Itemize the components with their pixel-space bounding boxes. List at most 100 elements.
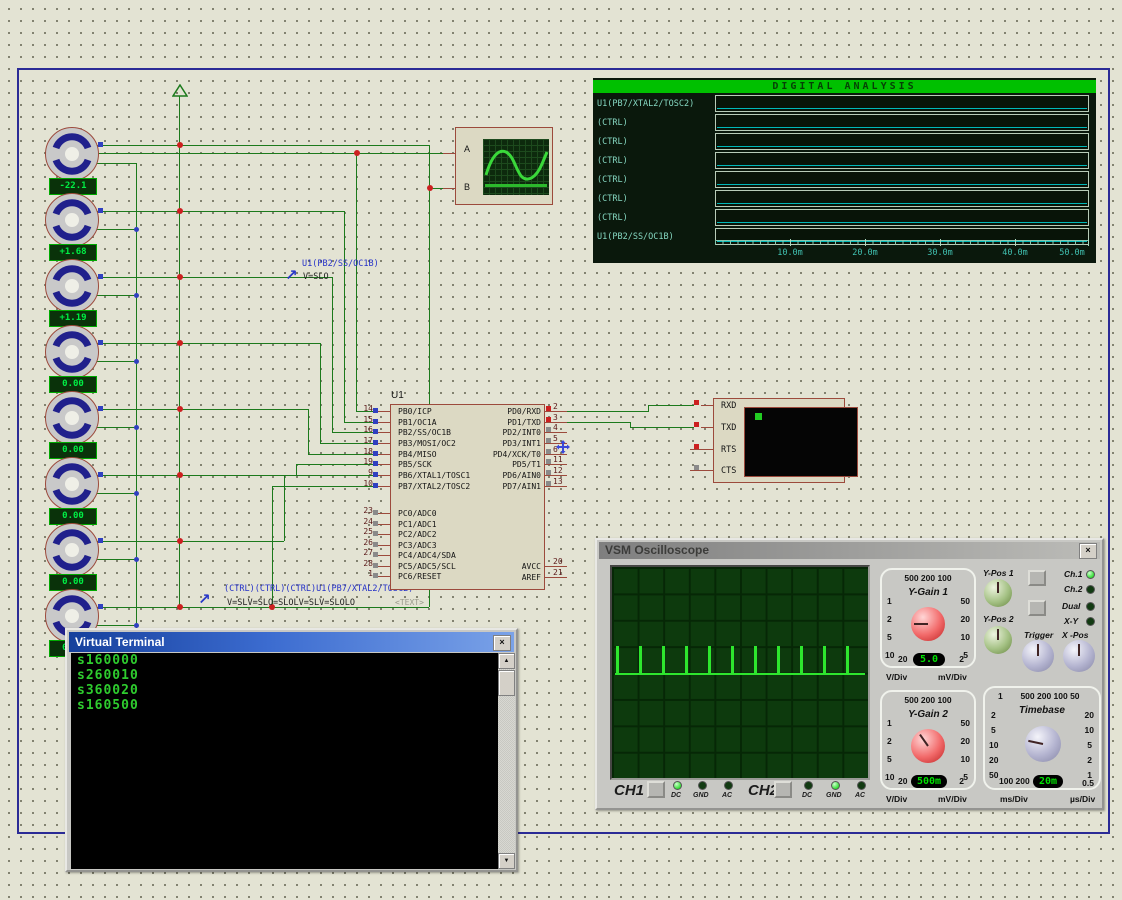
virtual-terminal-title: Virtual Terminal xyxy=(75,635,165,649)
oscilloscope-titlebar[interactable]: VSM Oscilloscope xyxy=(599,542,1100,559)
analysis-trace-row xyxy=(715,95,1089,112)
digital-analysis-window[interactable]: DIGITAL ANALYSIS U1(PB7/XTAL2/TOSC2) (CT… xyxy=(593,78,1096,263)
scroll-up-icon[interactable]: ▲ xyxy=(498,653,515,669)
axis-tick: 40.0m xyxy=(993,248,1037,258)
rotary-encoder-3[interactable] xyxy=(45,259,99,313)
rotary-encoder-2[interactable] xyxy=(45,193,99,247)
close-icon[interactable]: × xyxy=(1079,543,1097,559)
ch-select-button-2[interactable] xyxy=(1028,600,1046,616)
encoder-shaft xyxy=(65,345,79,359)
graph-input-a-label: A xyxy=(464,144,470,154)
rotary-encoder-1[interactable] xyxy=(45,127,99,181)
analysis-trace-row xyxy=(715,152,1089,169)
analysis-channel-label: (CTRL) xyxy=(597,194,628,204)
ypos1-label: Y-Pos 1 xyxy=(983,568,1014,578)
ch1-coupling-button[interactable] xyxy=(647,781,665,798)
terminal-line: s360020 xyxy=(71,683,498,698)
graph-pin-b-stub xyxy=(443,188,455,189)
power-terminal-icon[interactable] xyxy=(172,84,188,97)
ygain2-knob[interactable] xyxy=(911,729,945,763)
chip-reference: U1 xyxy=(391,390,404,401)
timebase-knob[interactable] xyxy=(1025,726,1061,762)
analysis-channel-label: U1(PB2/SS/OC1B) xyxy=(597,232,674,242)
ch1-dc-led xyxy=(673,781,682,790)
encoder-shaft xyxy=(65,477,79,491)
timebase-label: Timebase xyxy=(985,705,1099,716)
probe1-value-label: V=SLO xyxy=(303,272,329,282)
analysis-channel-label: U1(PB7/XTAL2/TOSC2) xyxy=(597,99,694,109)
chip-text-placeholder: <TEXT> xyxy=(395,598,424,607)
ypos2-label: Y-Pos 2 xyxy=(983,614,1014,624)
encoder-shaft xyxy=(65,609,79,623)
proteus-schematic-canvas: -22.1 +1.68 +1.19 0.00 0.00 0.00 0.00 xyxy=(0,0,1122,900)
encoder-shaft xyxy=(65,279,79,293)
ch-select-button-1[interactable] xyxy=(1028,570,1046,586)
graph-screen xyxy=(483,139,549,195)
virtual-terminal-component[interactable]: RXD TXD RTS CTS xyxy=(713,398,845,483)
axis-tick: 50.0m xyxy=(1050,248,1094,258)
timebase-readout: 20m xyxy=(1033,775,1063,788)
probe2-value-label: V=SLV=SLO=SLOLV=SLV=SLOLO xyxy=(227,598,355,608)
rotary-encoder-7[interactable] xyxy=(45,523,99,577)
oscilloscope-screen xyxy=(610,565,870,780)
serial-screen xyxy=(744,407,858,477)
ygain2-gauge: 500 200 100 Y-Gain 2 1 2 5 10 20 50 20 1… xyxy=(880,690,976,790)
probe2-net-label: (CTRL)(CTRL)(CTRL)U1(PB7/XTAL2/TOSC2) xyxy=(224,584,413,594)
analysis-trace-row xyxy=(715,190,1089,207)
analysis-trace-row xyxy=(715,209,1089,226)
encoder-shaft xyxy=(65,213,79,227)
sine-wave-icon xyxy=(483,139,549,195)
digital-analysis-title: DIGITAL ANALYSIS xyxy=(593,80,1096,93)
serial-pin-cts: CTS xyxy=(721,466,736,476)
analysis-channel-label: (CTRL) xyxy=(597,118,628,128)
vsm-oscilloscope-window[interactable]: VSM Oscilloscope × CH1 DC GND AC CH2 DC … xyxy=(595,538,1104,810)
ygain1-readout: 5.0 xyxy=(913,653,945,666)
axis-tick: 10.0m xyxy=(768,248,812,258)
analysis-trace-row xyxy=(715,171,1089,188)
move-cursor-icon xyxy=(556,440,570,454)
xpos-label: X -Pos xyxy=(1062,630,1088,640)
ch1-mode-led xyxy=(1086,570,1095,579)
dual-mode-led xyxy=(1086,602,1095,611)
trigger-knob[interactable] xyxy=(1022,640,1054,672)
axis-tick: 30.0m xyxy=(918,248,962,258)
analysis-trace-row xyxy=(715,114,1089,131)
analysis-channel-label: (CTRL) xyxy=(597,137,628,147)
terminal-output[interactable]: s160000 s260010 s360020 s160500 xyxy=(71,653,498,869)
voltage-probe-icon[interactable]: ↗ xyxy=(285,266,298,284)
ch2-coupling-button[interactable] xyxy=(774,781,792,798)
voltage-probe-icon[interactable]: ↗ xyxy=(198,590,211,608)
graph-input-b-label: B xyxy=(464,182,470,192)
scroll-thumb[interactable] xyxy=(498,670,515,696)
serial-pin-rts: RTS xyxy=(721,445,736,455)
ypos2-knob[interactable] xyxy=(984,626,1012,654)
rotary-encoder-5[interactable] xyxy=(45,391,99,445)
encoder-shaft xyxy=(65,411,79,425)
timebase-gauge: 1 500 200 100 50 Timebase 2 5 10 20 50 1… xyxy=(983,686,1101,790)
analysis-channel-label: (CTRL) xyxy=(597,156,628,166)
terminal-line: s160000 xyxy=(71,653,498,668)
ypos1-knob[interactable] xyxy=(984,579,1012,607)
analysis-trace-row xyxy=(715,133,1089,150)
ch1-gnd-led xyxy=(698,781,707,790)
scroll-down-icon[interactable]: ▼ xyxy=(498,853,515,869)
virtual-terminal-titlebar[interactable]: Virtual Terminal xyxy=(69,632,514,652)
encoder-shaft xyxy=(65,147,79,161)
analysis-minor-ticks xyxy=(715,241,1089,245)
terminal-scrollbar[interactable]: ▲ ▼ xyxy=(498,653,515,869)
ygain1-knob[interactable] xyxy=(911,607,945,641)
encoder-shaft xyxy=(65,543,79,557)
serial-pin-txd: TXD xyxy=(721,423,736,433)
terminal-cursor xyxy=(755,413,762,420)
analogue-graph-component[interactable]: A B xyxy=(455,127,553,205)
virtual-terminal-window[interactable]: Virtual Terminal × s160000 s260010 s3600… xyxy=(65,628,518,872)
terminal-line: s260010 xyxy=(71,668,498,683)
close-icon[interactable]: × xyxy=(493,635,511,651)
xpos-knob[interactable] xyxy=(1063,640,1095,672)
terminal-line: s160500 xyxy=(71,698,498,713)
rotary-encoder-6[interactable] xyxy=(45,457,99,511)
ch2-gnd-led xyxy=(831,781,840,790)
rotary-encoder-4[interactable] xyxy=(45,325,99,379)
ch2-mode-led xyxy=(1086,585,1095,594)
ch1-ac-led xyxy=(724,781,733,790)
